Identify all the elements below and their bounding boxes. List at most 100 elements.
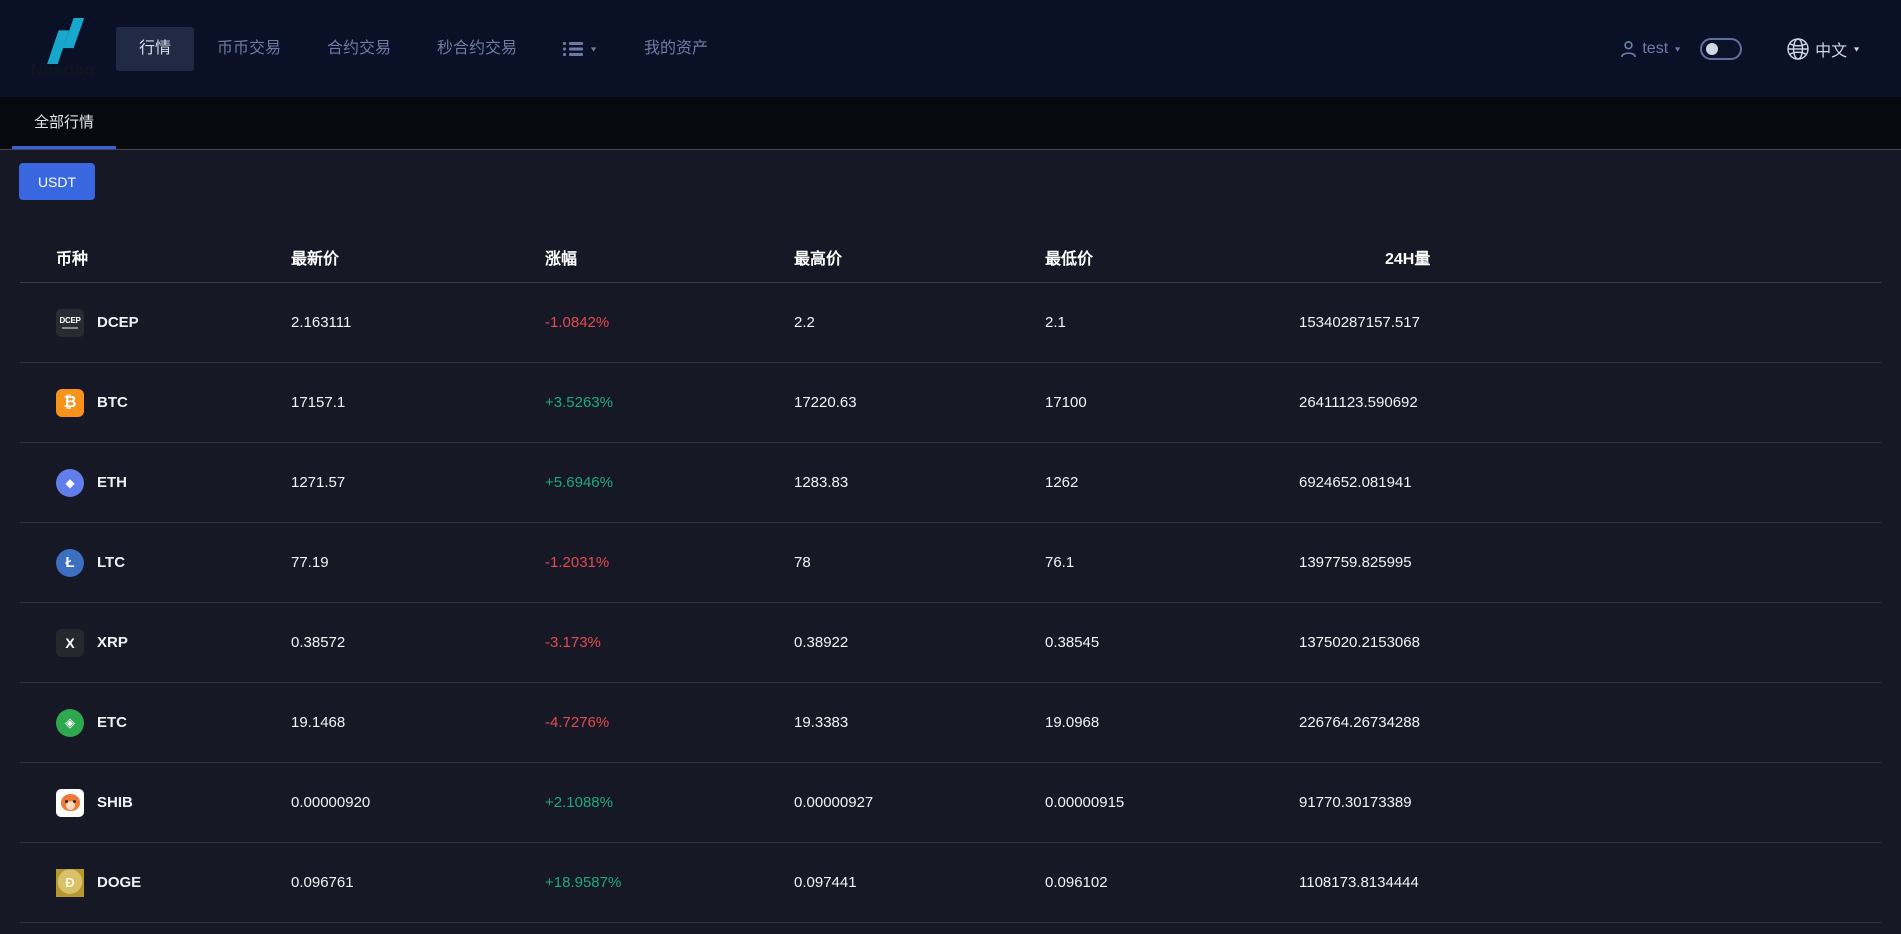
table-row[interactable]: ŁLTC77.19-1.2031%7876.11397759.825995 bbox=[20, 523, 1881, 603]
change-percent: +3.5263% bbox=[545, 394, 794, 411]
table-row[interactable]: ₿ BTC 17157.1+3.5263%17220.631710026411123… bbox=[20, 363, 1881, 443]
chevron-down-icon: ▼ bbox=[1673, 45, 1682, 53]
high-price: 19.3383 bbox=[794, 714, 1045, 731]
market-tabbar: 全部行情 bbox=[0, 97, 1901, 150]
coin-symbol: BTC bbox=[97, 394, 128, 411]
list-menu-icon bbox=[563, 41, 583, 57]
high-price: 0.097441 bbox=[794, 874, 1045, 891]
nasdaq-logo-icon bbox=[40, 18, 86, 64]
high-price: 1283.83 bbox=[794, 474, 1045, 491]
change-percent: +2.1088% bbox=[545, 794, 794, 811]
tab-all-markets[interactable]: 全部行情 bbox=[12, 97, 116, 149]
col-header-coin: 币种 bbox=[56, 245, 291, 269]
btc-icon: ₿ bbox=[56, 389, 84, 417]
last-price: 0.096761 bbox=[291, 874, 545, 891]
high-price: 0.38922 bbox=[794, 634, 1045, 651]
coin-symbol: ETH bbox=[97, 474, 127, 491]
high-price: 0.00000927 bbox=[794, 794, 1045, 811]
change-percent: -3.173% bbox=[545, 634, 794, 651]
nav-item-行情[interactable]: 行情 bbox=[116, 27, 194, 71]
coin-cell: Đ DOGE bbox=[56, 869, 291, 897]
low-price: 0.00000915 bbox=[1045, 794, 1299, 811]
coin-cell: X XRP bbox=[56, 629, 291, 657]
change-percent: -1.0842% bbox=[545, 314, 794, 331]
change-percent: +5.6946% bbox=[545, 474, 794, 491]
coin-symbol: ETC bbox=[97, 714, 127, 731]
col-header-change: 涨幅 bbox=[545, 245, 794, 269]
last-price: 17157.1 bbox=[291, 394, 545, 411]
coin-symbol: DOGE bbox=[97, 874, 141, 891]
main-nav: 行情币币交易合约交易秒合约交易 ▼ 我的资产 bbox=[116, 27, 731, 71]
nav-item-合约交易[interactable]: 合约交易 bbox=[304, 27, 414, 71]
theme-toggle[interactable] bbox=[1700, 38, 1742, 60]
nav-item-币币交易[interactable]: 币币交易 bbox=[194, 27, 304, 71]
last-price: 1271.57 bbox=[291, 474, 545, 491]
table-row[interactable]: X XRP 0.38572-3.173%0.389220.385451375020.… bbox=[20, 603, 1881, 683]
col-header-low: 最低价 bbox=[1045, 245, 1299, 269]
coin-cell: ◆ ETH bbox=[56, 469, 291, 497]
usdt-filter-button[interactable]: USDT bbox=[19, 163, 95, 200]
coin-cell: ◈ ETC bbox=[56, 709, 291, 737]
low-price: 0.096102 bbox=[1045, 874, 1299, 891]
low-price: 0.38545 bbox=[1045, 634, 1299, 651]
etc-icon: ◈ bbox=[56, 709, 84, 737]
volume-24h: 91770.30173389 bbox=[1299, 794, 1881, 811]
chevron-down-icon: ▼ bbox=[1852, 45, 1861, 53]
market-table-body: DCEPDCEP2.163111-1.0842%2.22.11534028715… bbox=[0, 283, 1901, 923]
change-percent: +18.9587% bbox=[545, 874, 794, 891]
language-selector[interactable]: 中文 ▼ bbox=[1786, 37, 1861, 61]
change-percent: -4.7276% bbox=[545, 714, 794, 731]
nav-item-秒合约交易[interactable]: 秒合约交易 bbox=[414, 27, 540, 71]
globe-icon bbox=[1786, 37, 1810, 61]
table-row[interactable]: ◈ ETC 19.1468-4.7276%19.338319.0968226764.… bbox=[20, 683, 1881, 763]
low-price: 19.0968 bbox=[1045, 714, 1299, 731]
coin-cell: SHIB bbox=[56, 789, 291, 817]
last-price: 77.19 bbox=[291, 554, 545, 571]
low-price: 1262 bbox=[1045, 474, 1299, 491]
user-name: test bbox=[1642, 40, 1668, 58]
table-row[interactable]: SHIB0.00000920+2.1088%0.000009270.000009… bbox=[20, 763, 1881, 843]
volume-24h: 226764.26734288 bbox=[1299, 714, 1881, 731]
chevron-down-icon: ▼ bbox=[589, 31, 598, 66]
last-price: 0.38572 bbox=[291, 634, 545, 651]
table-header: 币种 最新价 涨幅 最高价 最低价 24H量 bbox=[20, 231, 1881, 283]
shib-icon bbox=[56, 789, 84, 817]
brand-name: Nasdaq bbox=[31, 60, 95, 80]
doge-icon: Đ bbox=[56, 869, 84, 897]
xrp-icon: X bbox=[56, 629, 84, 657]
user-icon bbox=[1620, 40, 1637, 58]
top-navbar: Nasdaq 行情币币交易合约交易秒合约交易 ▼ 我的资产 test ▼ bbox=[0, 0, 1901, 97]
volume-24h: 15340287157.517 bbox=[1299, 314, 1881, 331]
volume-24h: 1108173.8134444 bbox=[1299, 874, 1881, 891]
high-price: 2.2 bbox=[794, 314, 1045, 331]
low-price: 76.1 bbox=[1045, 554, 1299, 571]
coin-cell: DCEP DCEP bbox=[56, 309, 291, 337]
user-menu[interactable]: test ▼ bbox=[1620, 40, 1682, 58]
table-row[interactable]: Đ DOGE 0.096761+18.9587%0.0974410.09610211… bbox=[20, 843, 1881, 923]
brand-logo[interactable]: Nasdaq bbox=[24, 18, 102, 80]
nav-item-我的资产[interactable]: 我的资产 bbox=[621, 27, 731, 71]
high-price: 78 bbox=[794, 554, 1045, 571]
last-price: 19.1468 bbox=[291, 714, 545, 731]
eth-icon: ◆ bbox=[56, 469, 84, 497]
col-header-volume: 24H量 bbox=[1299, 245, 1430, 269]
col-header-last: 最新价 bbox=[291, 245, 545, 269]
nav-item-menu[interactable]: ▼ bbox=[540, 27, 621, 71]
low-price: 17100 bbox=[1045, 394, 1299, 411]
volume-24h: 26411123.590692 bbox=[1299, 394, 1881, 411]
volume-24h: 1375020.2153068 bbox=[1299, 634, 1881, 651]
volume-24h: 6924652.081941 bbox=[1299, 474, 1881, 491]
volume-24h: 1397759.825995 bbox=[1299, 554, 1881, 571]
coin-cell: ₿ BTC bbox=[56, 389, 291, 417]
high-price: 17220.63 bbox=[794, 394, 1045, 411]
col-header-high: 最高价 bbox=[794, 245, 1045, 269]
table-row[interactable]: ◆ ETH 1271.57+5.6946%1283.8312626924652.08… bbox=[20, 443, 1881, 523]
coin-symbol: XRP bbox=[97, 634, 128, 651]
ltc-icon: Ł bbox=[56, 549, 84, 577]
table-row[interactable]: DCEPDCEP2.163111-1.0842%2.22.11534028715… bbox=[20, 283, 1881, 363]
coin-cell: ŁLTC bbox=[56, 549, 291, 577]
last-price: 2.163111 bbox=[291, 314, 545, 331]
dcep-icon: DCEP bbox=[56, 309, 84, 337]
market-content: USDT 币种 最新价 涨幅 最高价 最低价 24H量 DCEP DCEP 2.16… bbox=[0, 163, 1901, 923]
coin-symbol: DCEP bbox=[97, 314, 139, 331]
